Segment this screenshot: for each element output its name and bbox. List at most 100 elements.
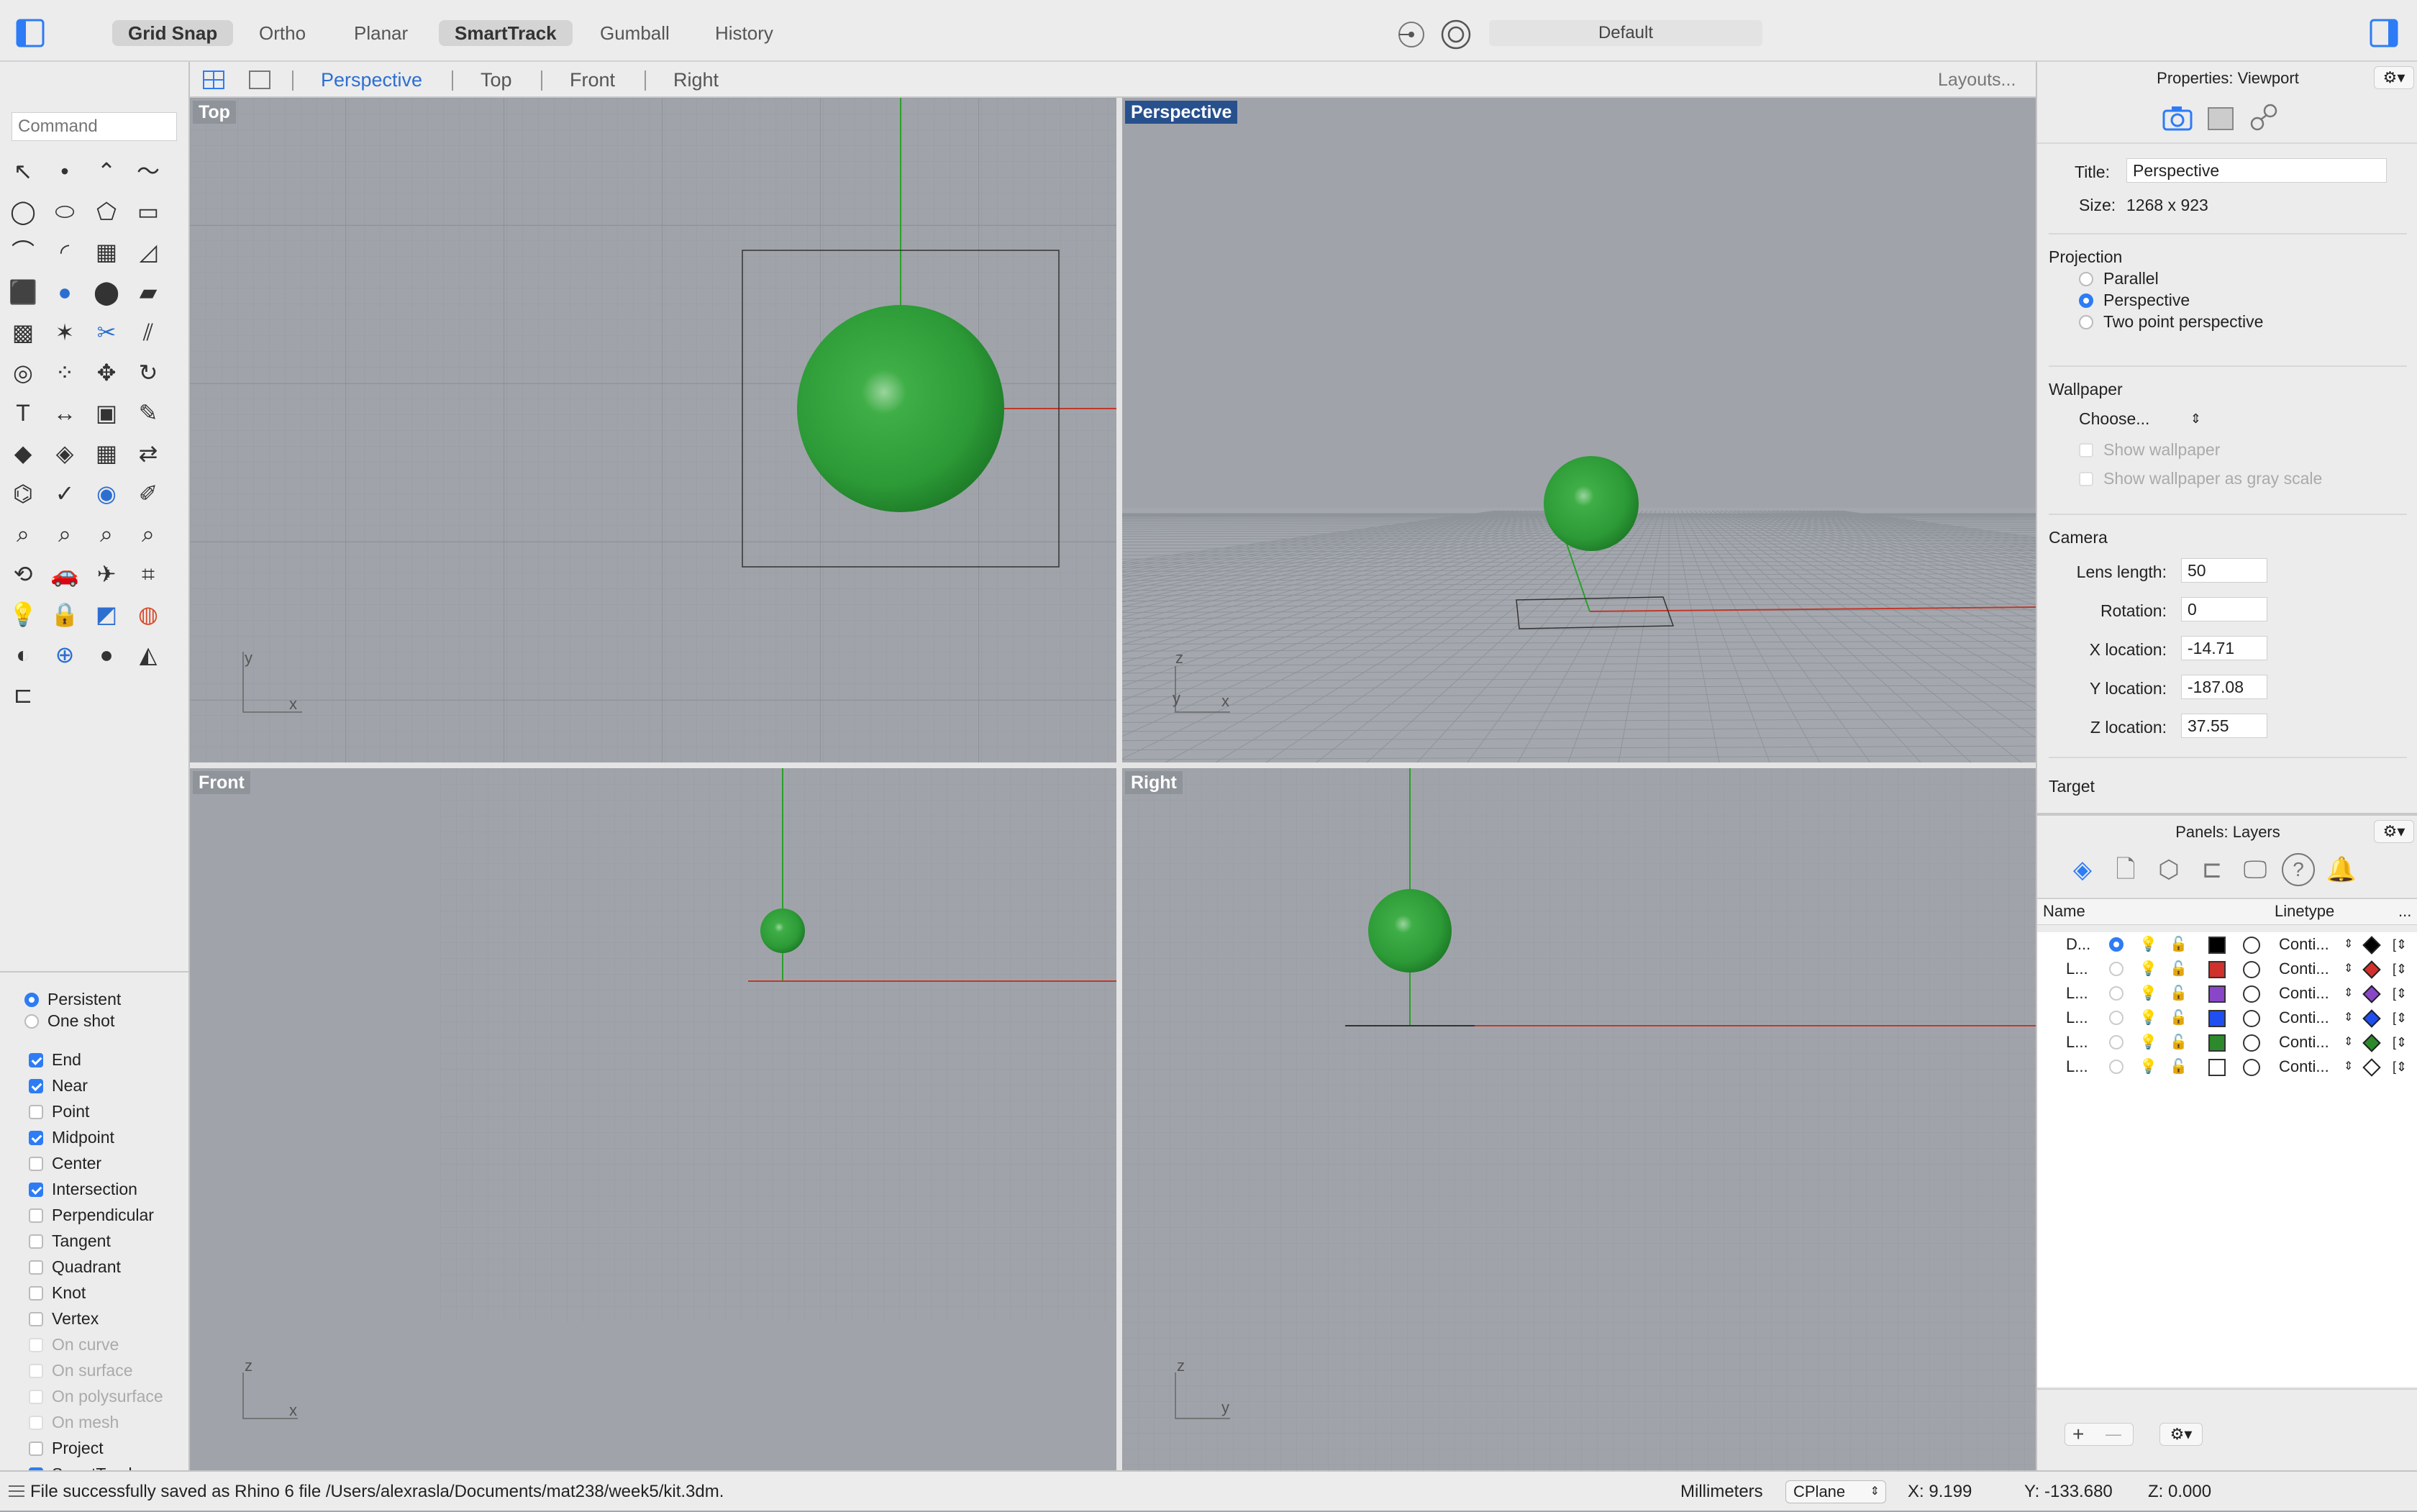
zoom-extents-icon[interactable]: ⌕ [89, 516, 124, 551]
layer-options-gear-menu[interactable]: ⚙▾ [2159, 1423, 2203, 1446]
zoom-selected-icon[interactable]: ⌕ [131, 516, 165, 551]
print-color-diamond-icon[interactable] [2362, 936, 2380, 954]
projection-parallel-radio[interactable]: Parallel [2079, 268, 2410, 289]
camera-cone-icon[interactable]: ◭ [131, 637, 165, 672]
layer-name[interactable]: L... [2066, 981, 2088, 1006]
camera-field-input[interactable]: -14.71 [2181, 636, 2267, 660]
current-layer-radio[interactable] [2109, 1035, 2124, 1049]
col-linetype[interactable]: Linetype [2275, 902, 2334, 921]
notifications-tab-icon[interactable]: 🔔 [2325, 853, 2358, 886]
document-tab-icon[interactable]: 🗋 [2109, 853, 2142, 886]
viewport-right[interactable]: Right z y [1122, 768, 2036, 1470]
visibility-bulb-icon[interactable]: 💡 [2139, 932, 2157, 957]
four-view-layout-icon[interactable] [201, 68, 226, 92]
linetype-popup-icon[interactable]: ⇕ [2344, 957, 2353, 981]
layer-name[interactable]: D... [2066, 932, 2090, 957]
select-arrow-icon[interactable]: ↖ [6, 154, 40, 188]
layer-linetype[interactable]: Conti... [2279, 957, 2329, 981]
print-width-icon[interactable]: [⇕ [2393, 1006, 2407, 1030]
material-circle-icon[interactable] [2243, 961, 2260, 978]
layers-tab-icon[interactable]: ◈ [2066, 853, 2099, 886]
paint-icon[interactable]: ✐ [131, 476, 165, 511]
edit-icon[interactable]: ✎ [131, 396, 165, 430]
osnap-on-surface[interactable]: On surface [29, 1358, 184, 1383]
lock-icon[interactable]: 🔓 [2170, 957, 2188, 981]
plane-view-icon[interactable]: ✈ [89, 557, 124, 591]
layer-name[interactable]: L... [2066, 957, 2088, 981]
osnap-near[interactable]: Near [29, 1073, 184, 1098]
print-color-diamond-icon[interactable] [2362, 960, 2380, 978]
filter-icon[interactable] [1397, 20, 1426, 49]
camera-tab-icon[interactable] [2161, 104, 2194, 132]
solid-tools-icon[interactable]: ◆ [6, 436, 40, 470]
layer-color-swatch[interactable] [2208, 1059, 2226, 1076]
plane-icon[interactable]: ▰ [131, 275, 165, 309]
tab-top[interactable]: Top [481, 62, 512, 98]
projection-perspective-radio[interactable]: Perspective [2079, 289, 2410, 311]
camera-field-input[interactable]: 0 [2181, 597, 2267, 621]
object-tab-icon[interactable]: ⬡ [2152, 853, 2185, 886]
layer-color-swatch[interactable] [2208, 961, 2226, 978]
polygon-icon[interactable]: ⬠ [89, 194, 124, 229]
ellipse-icon[interactable]: ⬭ [47, 194, 82, 229]
display-tab-icon[interactable]: 🖵 [2239, 853, 2272, 886]
units-display[interactable]: Millimeters [1680, 1472, 1763, 1512]
rotate-view-icon[interactable]: ⟲ [6, 557, 40, 591]
print-width-icon[interactable]: [⇕ [2393, 957, 2407, 981]
print-color-diamond-icon[interactable] [2362, 1034, 2380, 1052]
surface-icon[interactable]: ▦ [89, 234, 124, 269]
projection-two-point-radio[interactable]: Two point perspective [2079, 311, 2410, 332]
layer-row[interactable]: L...💡🔓Conti...⇕[⇕ [2037, 1030, 2417, 1055]
layer-row[interactable]: L... 💡 🔓 Conti... ⇕ [⇕ [2037, 957, 2417, 981]
viewport-title-field[interactable]: Perspective [2126, 158, 2387, 183]
zoom-icon[interactable]: ⌕ [6, 516, 40, 551]
linetype-popup-icon[interactable]: ⇕ [2344, 1030, 2353, 1055]
layer-row[interactable]: L...💡🔓Conti...⇕[⇕ [2037, 1055, 2417, 1079]
fillet-curve-icon[interactable]: ⌒ [6, 234, 40, 269]
car-icon[interactable]: 🚗 [47, 557, 82, 591]
print-color-diamond-icon[interactable] [2362, 985, 2380, 1003]
shaded-sphere-icon[interactable]: ● [89, 637, 124, 672]
light-icon[interactable]: 💡 [6, 597, 40, 632]
visibility-bulb-icon[interactable]: 💡 [2139, 957, 2157, 981]
print-width-icon[interactable]: [⇕ [2393, 981, 2407, 1006]
linetype-popup-icon[interactable]: ⇕ [2344, 1055, 2353, 1079]
grid-array-icon[interactable]: ▦ [89, 436, 124, 470]
material-circle-icon[interactable] [2243, 937, 2260, 954]
current-layer-radio[interactable] [2109, 962, 2124, 976]
transform-icon[interactable]: ⇄ [131, 436, 165, 470]
print-color-diamond-icon[interactable] [2362, 1009, 2380, 1027]
single-view-layout-icon[interactable] [247, 68, 272, 92]
osnap-quadrant[interactable]: Quadrant [29, 1254, 184, 1279]
layer-name[interactable]: L... [2066, 1055, 2088, 1079]
named-views-tab-icon[interactable]: ⊏ [2195, 853, 2229, 886]
layer-linetype[interactable]: Conti... [2279, 932, 2329, 957]
osnap-vertex[interactable]: Vertex [29, 1306, 184, 1331]
polyline-icon[interactable]: ⌃ [89, 154, 124, 188]
named-view-icon[interactable]: ⌗ [131, 557, 165, 591]
toggle-planar[interactable]: Planar [338, 20, 424, 46]
zoom-window-icon[interactable]: ⌕ [47, 516, 82, 551]
toggle-grid-snap[interactable]: Grid Snap [112, 20, 233, 46]
check-icon[interactable]: ✓ [47, 476, 82, 511]
osnap-on-curve[interactable]: On curve [29, 1332, 184, 1357]
array-icon[interactable]: ⁘ [47, 355, 82, 390]
tab-perspective[interactable]: Perspective [321, 62, 422, 98]
osnap-target-icon[interactable] [1440, 19, 1472, 50]
print-width-icon[interactable]: [⇕ [2393, 1030, 2407, 1055]
box-icon[interactable]: ⬛ [6, 275, 40, 309]
cylinder-icon[interactable]: ⬤ [89, 275, 124, 309]
layers-gear-menu[interactable]: ⚙▾ [2374, 820, 2414, 843]
toggle-smarttrack[interactable]: SmartTrack [439, 20, 573, 46]
viewport-splitter-vertical[interactable] [1116, 98, 1122, 1470]
print-color-diamond-icon[interactable] [2362, 1058, 2380, 1076]
layer-name[interactable]: L... [2066, 1006, 2088, 1030]
print-width-icon[interactable]: [⇕ [2393, 932, 2407, 957]
cplane-icon[interactable]: ⊏ [6, 678, 40, 712]
osnap-midpoint[interactable]: Midpoint [29, 1125, 184, 1149]
globe-icon[interactable]: ◐ [6, 637, 40, 672]
current-layer-dropdown[interactable]: Default [1489, 20, 1762, 46]
history-list-icon[interactable] [7, 1483, 26, 1499]
lock-icon[interactable]: 🔓 [2170, 981, 2188, 1006]
text-icon[interactable]: T [6, 396, 40, 430]
